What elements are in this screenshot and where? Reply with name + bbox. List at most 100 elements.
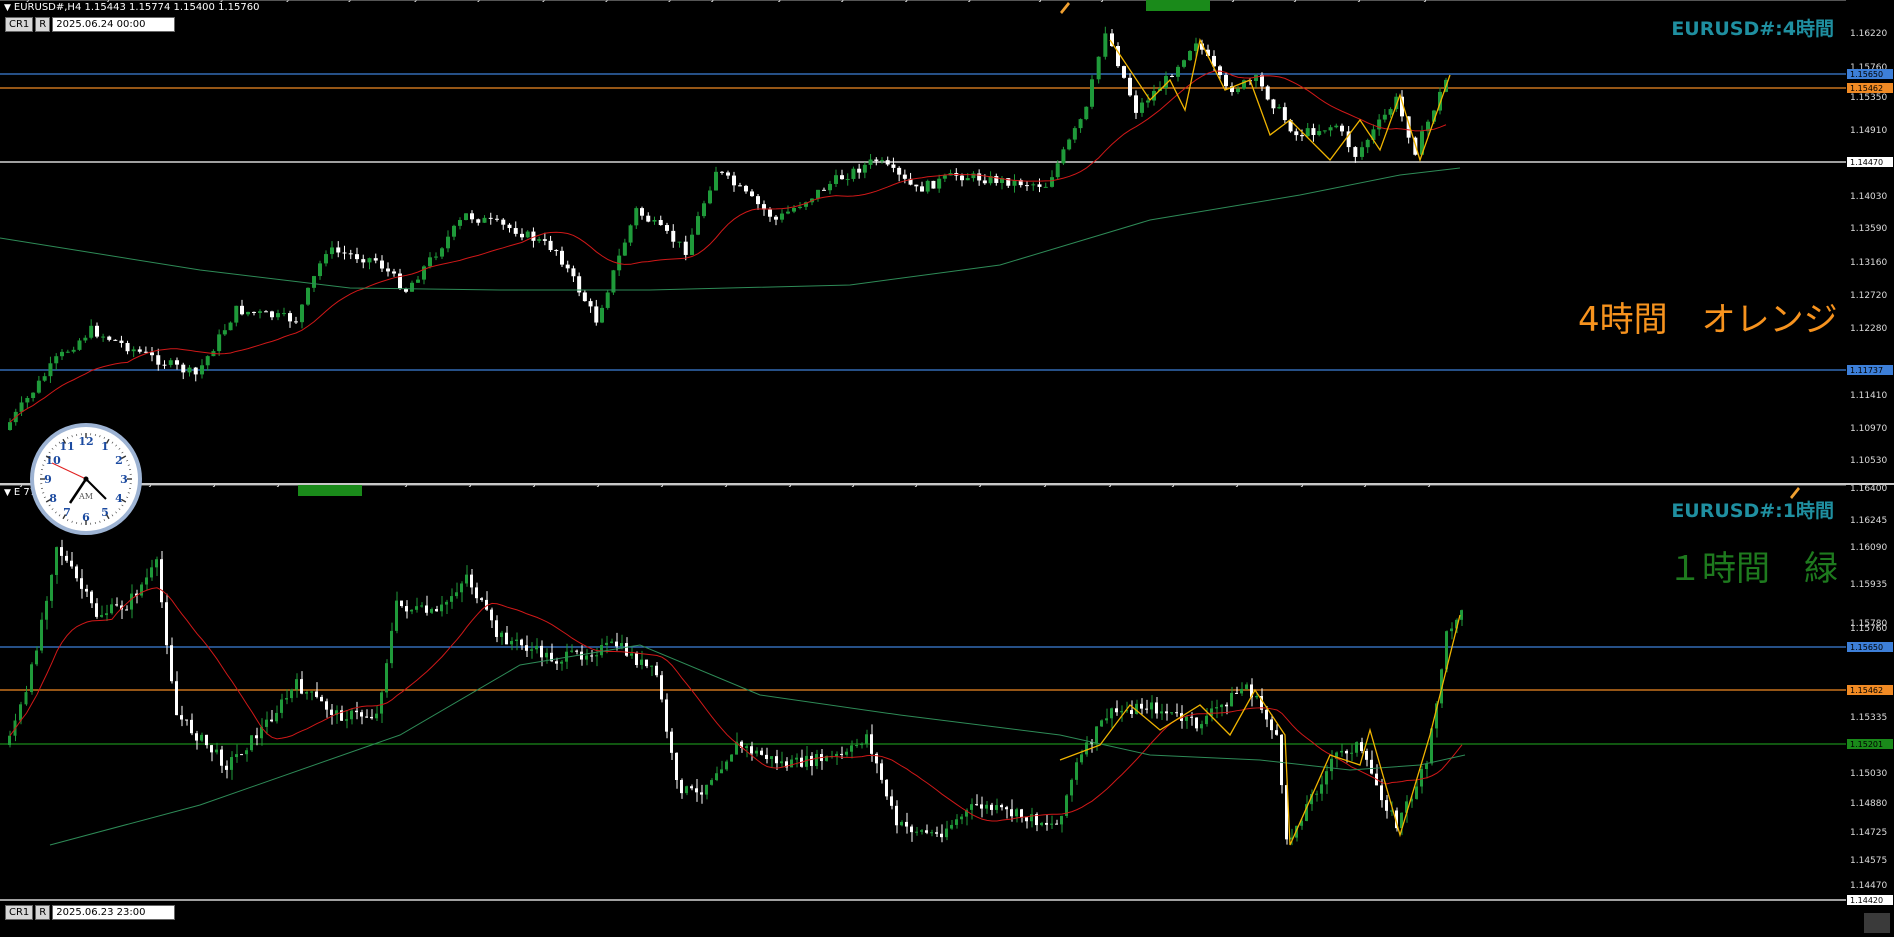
dropdown-triangle-icon[interactable]: ▼ bbox=[4, 488, 11, 498]
candle-body bbox=[710, 780, 713, 785]
candle-body bbox=[222, 330, 227, 335]
candle-body bbox=[1230, 692, 1233, 707]
price-tick-label: 1.14030 bbox=[1850, 192, 1887, 202]
candle-body bbox=[113, 339, 118, 341]
candle-body bbox=[765, 754, 768, 760]
candle-body bbox=[168, 360, 173, 365]
candle-body bbox=[1130, 710, 1133, 714]
candle-body bbox=[342, 252, 347, 254]
candle-body bbox=[348, 253, 353, 255]
h1-info-bar: CR1 R 2025.06.23 23:00 bbox=[5, 905, 176, 920]
candle-body bbox=[143, 351, 148, 353]
candle-body bbox=[537, 239, 542, 241]
candle-body bbox=[175, 360, 179, 365]
clock-face: 12 1234567891011AM bbox=[40, 433, 132, 525]
candle-body bbox=[115, 604, 118, 606]
candle-body bbox=[380, 260, 384, 269]
h1-chart-canvas[interactable]: 1.164001.162451.160901.159351.157801.157… bbox=[0, 485, 1894, 937]
candle-body bbox=[330, 247, 334, 255]
candle-body bbox=[458, 220, 462, 226]
candle-body bbox=[738, 185, 742, 187]
time-tick-label: 18 Jun 16:00 bbox=[838, 485, 895, 488]
candle-body bbox=[95, 603, 98, 617]
price-tick-label: 1.14880 bbox=[1850, 799, 1887, 809]
clock-tick bbox=[42, 492, 45, 494]
candle-body bbox=[1240, 688, 1243, 694]
time-tick-label: 23 Jun 16:00 bbox=[1414, 485, 1471, 488]
candle-body bbox=[490, 609, 493, 621]
candle-body bbox=[125, 609, 128, 611]
pencil-icon[interactable] bbox=[1058, 0, 1072, 14]
candle-body bbox=[1015, 809, 1018, 817]
candle-body bbox=[1425, 763, 1428, 770]
chart-pane-h4[interactable]: 1.162201.157601.156501.154621.153501.149… bbox=[0, 0, 1894, 483]
candle-body bbox=[315, 691, 318, 697]
candle-body bbox=[1075, 762, 1078, 780]
candle-body bbox=[235, 754, 238, 758]
candle-body bbox=[280, 699, 283, 713]
candle-body bbox=[1134, 95, 1138, 113]
time-tick-label: 12 Jun 04:00 bbox=[1087, 0, 1144, 3]
candle-body bbox=[305, 692, 308, 694]
price-tick-label: 1.14910 bbox=[1850, 126, 1887, 136]
price-tick-label: 1.15335 bbox=[1850, 713, 1887, 723]
candle-body bbox=[185, 719, 188, 721]
candle-body bbox=[181, 364, 186, 373]
clock-tick bbox=[54, 511, 57, 514]
h1-cr-box[interactable]: CR1 bbox=[5, 905, 34, 920]
candle-body bbox=[1095, 726, 1098, 744]
candle-body bbox=[440, 604, 443, 612]
h4-chart-canvas[interactable]: 1.162201.157601.156501.154621.153501.149… bbox=[0, 0, 1894, 483]
candle-body bbox=[205, 356, 210, 366]
candle-body bbox=[935, 832, 938, 834]
candle-body bbox=[588, 301, 593, 307]
candle-body bbox=[1155, 702, 1158, 714]
time-tick-label: 23 May 20:00 bbox=[449, 0, 511, 3]
candle-body bbox=[60, 547, 63, 556]
candle-body bbox=[1325, 771, 1328, 785]
candle-body bbox=[815, 754, 818, 766]
candle-body bbox=[105, 613, 108, 616]
time-tick-label: 19 Jun 00:00 bbox=[901, 485, 958, 488]
candle-body bbox=[1280, 734, 1283, 786]
h4-datetime-box: 2025.06.24 00:00 bbox=[52, 17, 176, 32]
candle-body bbox=[720, 171, 724, 173]
candle-body bbox=[130, 593, 133, 610]
candle-body bbox=[150, 352, 154, 356]
candle-body bbox=[217, 334, 222, 352]
resize-grip-icon[interactable] bbox=[1864, 913, 1890, 933]
candle-body bbox=[905, 821, 908, 827]
candle-body bbox=[990, 804, 993, 810]
h4-cr-box[interactable]: CR1 bbox=[5, 17, 34, 32]
candle-body bbox=[1175, 712, 1178, 714]
clock-second-hand bbox=[51, 462, 87, 480]
candle-body bbox=[683, 241, 688, 255]
chart-pane-h1[interactable]: 1.16400 1.16245 1.16090 1.15935 1.15780 1.157… bbox=[0, 485, 1894, 937]
candle-body bbox=[1050, 823, 1053, 825]
candle-body bbox=[970, 804, 973, 810]
candle-body bbox=[8, 735, 11, 745]
price-tick-label: 1.15760 bbox=[1850, 624, 1887, 634]
candle-body bbox=[220, 749, 223, 766]
candle-body bbox=[1322, 130, 1327, 132]
candle-body bbox=[714, 171, 718, 191]
price-tick-label: 1.15030 bbox=[1850, 769, 1887, 779]
candle-body bbox=[1265, 86, 1270, 100]
candle-body bbox=[625, 643, 628, 656]
candle-body bbox=[350, 710, 353, 720]
h4-r-box[interactable]: R bbox=[35, 17, 51, 32]
h4-ohlc-readout: EURUSD#,H4 1.15443 1.15774 1.15400 1.157… bbox=[13, 2, 260, 13]
candle-body bbox=[634, 208, 639, 226]
candle-body bbox=[365, 716, 368, 718]
pencil-icon[interactable] bbox=[1788, 485, 1802, 499]
candle-body bbox=[330, 709, 333, 715]
time-tick-label: 29 May 20:00 bbox=[640, 0, 702, 3]
candle-body bbox=[994, 176, 999, 183]
h1-r-box[interactable]: R bbox=[35, 905, 51, 920]
candle-body bbox=[258, 311, 262, 313]
candle-body bbox=[1215, 707, 1218, 709]
dropdown-triangle-icon[interactable]: ▼ bbox=[4, 3, 11, 13]
candle-body bbox=[1334, 125, 1339, 128]
candle-body bbox=[180, 715, 183, 720]
candle-body bbox=[950, 824, 953, 829]
